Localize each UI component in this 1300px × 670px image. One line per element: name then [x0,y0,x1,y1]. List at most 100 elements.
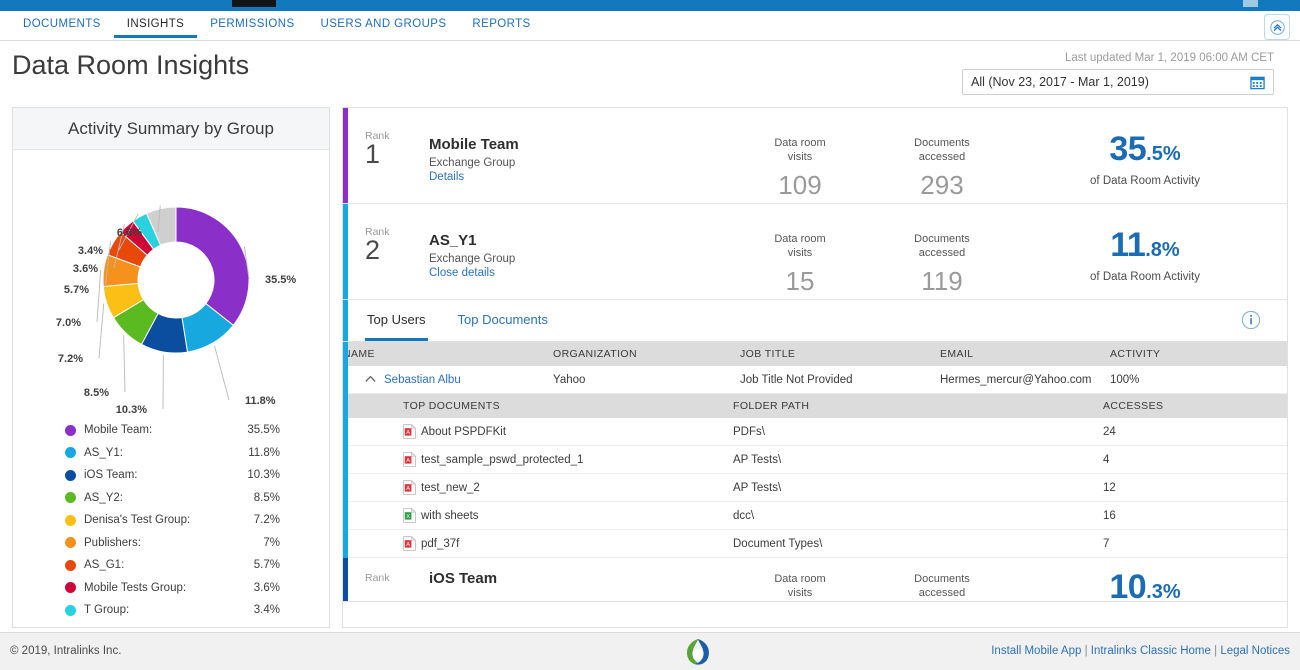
document-folder-path: PDFs\ [733,426,1103,438]
nav-tab-insights[interactable]: INSIGHTS [114,11,198,38]
rank-card-1[interactable]: Rank1Mobile TeamExchange GroupDetailsDat… [343,108,1287,204]
group-name: iOS Team [429,570,729,587]
activity-percent-block: 11.8%of Data Room Activity [1013,204,1287,283]
document-name-cell[interactable]: Xwith sheets [343,508,733,523]
last-updated-text: Last updated Mar 1, 2019 06:00 AM CET [1065,52,1274,64]
page-footer: © 2019, Intralinks Inc. Install Mobile A… [0,632,1300,670]
pdf-file-icon: A [403,452,416,467]
group-details-link[interactable]: Close details [429,267,729,279]
legend-color-dot [65,425,76,436]
percent-fraction: .3% [1146,581,1180,603]
document-name-cell[interactable]: AAbout PSPDFKit [343,424,733,439]
documents-table-header: TOP DOCUMENTSFOLDER PATHACCESSES [343,394,1287,418]
document-name: test_sample_pswd_protected_1 [421,454,583,466]
legend-item[interactable]: Publishers:7% [65,532,329,555]
legend-item[interactable]: Denisa's Test Group:7.2% [65,509,329,532]
users-accent-bar [343,342,348,394]
visits-label-line1: Data room [729,572,871,586]
document-name-cell[interactable]: Atest_sample_pswd_protected_1 [343,452,733,467]
users-column-header[interactable]: ACTIVITY [1110,348,1230,360]
chevron-up-icon[interactable] [365,375,376,383]
percent-fraction: .5% [1146,143,1180,165]
documents-table-row[interactable]: AAbout PSPDFKitPDFs\24 [343,418,1287,446]
documents-label-line2: accessed [871,586,1013,600]
user-name-cell[interactable]: Sebastian Albu [343,374,553,386]
documents-column-header[interactable]: ACCESSES [1103,400,1233,412]
activity-summary-card: Activity Summary by Group 35.5%11.8%10.3… [12,107,330,628]
nav-tab-users-and-groups[interactable]: USERS AND GROUPS [308,11,460,38]
percent-whole: 35 [1109,130,1146,168]
date-range-picker[interactable]: All (Nov 23, 2017 - Mar 1, 2019) [962,69,1274,95]
legend-item[interactable]: AS_G1:5.7% [65,554,329,577]
donut-slice-label: 7.0% [56,317,81,329]
documents-table-row[interactable]: Apdf_37fDocument Types\7 [343,530,1287,558]
document-name-cell[interactable]: Atest_new_2 [343,480,733,495]
legend-item[interactable]: iOS Team:10.3% [65,464,329,487]
donut-slice-label: 3.4% [78,245,103,257]
documents-table-row[interactable]: Atest_new_2AP Tests\12 [343,474,1287,502]
panel-tab-top-users[interactable]: Top Users [365,300,428,341]
percent-caption: of Data Room Activity [1013,175,1277,187]
nav-tab-documents[interactable]: DOCUMENTS [10,11,114,38]
rank-card-list: Rank1Mobile TeamExchange GroupDetailsDat… [343,108,1287,300]
documents-column-header[interactable]: TOP DOCUMENTS [343,400,733,412]
footer-link-intralinks-classic-home[interactable]: Intralinks Classic Home [1091,645,1211,657]
documents-accessed-stat: Documentsaccessed119 [871,204,1013,297]
footer-link-install-mobile-app[interactable]: Install Mobile App [991,645,1081,657]
document-accesses: 7 [1103,538,1233,550]
visits-label-line1: Data room [729,136,871,150]
rank-card-3[interactable]: RankiOS TeamData roomvisitsDocumentsacce… [343,558,1287,602]
legend-value: 3.6% [234,582,280,594]
date-range-value: All (Nov 23, 2017 - Mar 1, 2019) [971,75,1250,89]
nav-items: DOCUMENTSINSIGHTSPERMISSIONSUSERS AND GR… [0,11,1300,38]
legend-value: 11.8% [234,447,280,459]
legend-item[interactable]: AS_Y2:8.5% [65,487,329,510]
document-name-cell[interactable]: Apdf_37f [343,536,733,551]
legend-color-dot [65,492,76,503]
panel-tabs: Top Users Top Documents [343,300,1287,342]
panel-tab-top-documents[interactable]: Top Documents [456,300,550,341]
nav-tab-permissions[interactable]: PERMISSIONS [197,11,307,38]
activity-percent-block: 10.3% [1013,558,1287,607]
legend-label: AS_Y1: [84,447,234,459]
users-column-header[interactable]: NAME [343,348,553,360]
excel-file-icon: X [403,508,416,523]
footer-link-legal-notices[interactable]: Legal Notices [1220,645,1290,657]
users-column-header[interactable]: ORGANIZATION [553,348,740,360]
top-strip-black-box [232,0,276,7]
documents-table-row[interactable]: Atest_sample_pswd_protected_1AP Tests\4 [343,446,1287,474]
documents-table-row[interactable]: Xwith sheetsdcc\16 [343,502,1287,530]
visits-label-line1: Data room [729,232,871,246]
percent-caption: of Data Room Activity [1013,271,1277,283]
legend-item[interactable]: T Group:3.4% [65,599,329,622]
legend-item[interactable]: AS_Y1:11.8% [65,442,329,465]
document-accesses: 4 [1103,454,1233,466]
rank-card-2[interactable]: Rank2AS_Y1Exchange GroupClose detailsDat… [343,204,1287,300]
users-column-header[interactable]: EMAIL [940,348,1110,360]
pdf-file-icon: A [403,480,416,495]
nav-tab-reports[interactable]: REPORTS [459,11,543,38]
legend-label: Mobile Tests Group: [84,582,234,594]
documents-label-line2: accessed [871,246,1013,260]
group-name: Mobile Team [429,136,729,153]
donut-slice-label: 10.3% [116,404,147,415]
legend-value: 8.5% [234,492,280,504]
legend-label: Mobile Team: [84,424,234,436]
legend-label: T Group: [84,604,234,616]
info-button[interactable] [1241,310,1261,335]
pdf-file-icon: A [403,536,416,551]
legend-item[interactable]: Mobile Tests Group:3.6% [65,577,329,600]
user-name[interactable]: Sebastian Albu [384,374,461,386]
collapse-header-button[interactable] [1264,14,1290,40]
documents-column-header[interactable]: FOLDER PATH [733,400,1103,412]
legend-value: 7% [234,537,280,549]
visits-value: 109 [729,170,871,201]
users-column-header[interactable]: JOB TITLE [740,348,940,360]
users-table-row[interactable]: Sebastian AlbuYahooJob Title Not Provide… [343,366,1287,394]
legend-label: AS_G1: [84,559,234,571]
legend-item[interactable]: Mobile Team:35.5% [65,419,329,442]
donut-slice[interactable] [176,207,249,325]
group-details-link[interactable]: Details [429,171,729,183]
donut-slice-label: 8.5% [84,387,109,399]
documents-label-line1: Documents [871,136,1013,150]
